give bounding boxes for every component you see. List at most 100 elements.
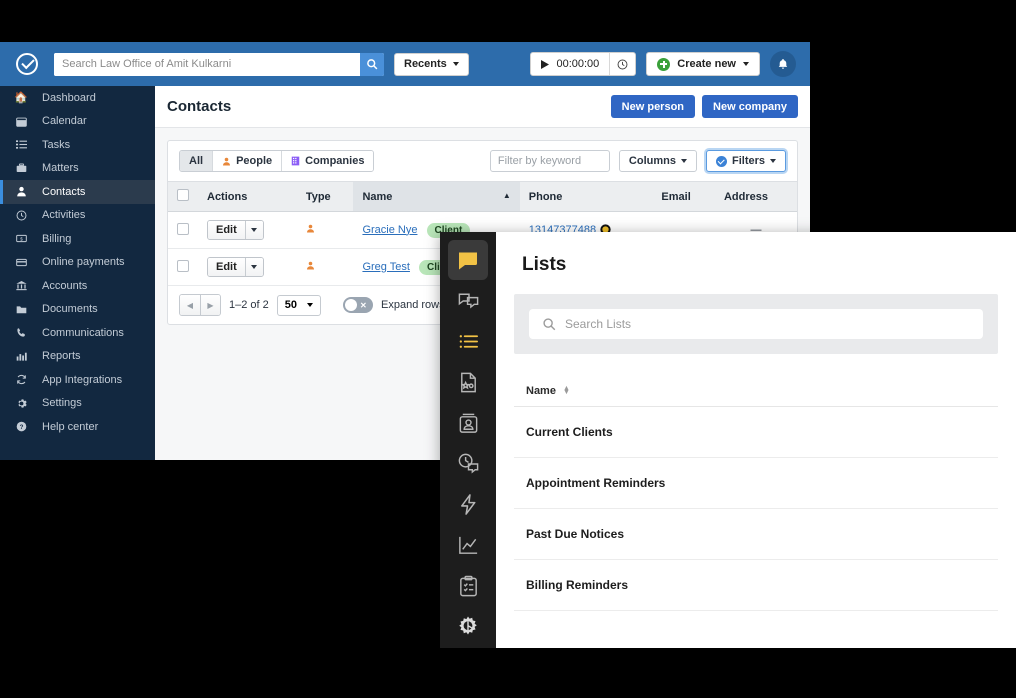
segment-people[interactable]: People [213, 151, 283, 171]
document-stars-icon[interactable] [448, 362, 488, 402]
sidebar-item-app-integrations[interactable]: App Integrations [0, 368, 155, 392]
contact-name-link[interactable]: Gracie Nye [362, 224, 417, 236]
sidebar-item-communications[interactable]: Communications [0, 321, 155, 345]
chevron-down-icon [770, 159, 776, 163]
create-new-label: Create new [677, 58, 736, 70]
contact-name-link[interactable]: Greg Test [362, 261, 410, 273]
edit-split-button[interactable]: Edit [207, 257, 264, 277]
sidebar-item-reports[interactable]: Reports [0, 345, 155, 369]
lists-panel: Lists Name ▲▼ Current Clients Appointmen… [496, 232, 1016, 648]
edit-dropdown-toggle[interactable] [244, 258, 263, 276]
sidebar-item-dashboard[interactable]: 🏠 Dashboard [0, 86, 155, 110]
new-person-button[interactable]: New person [610, 95, 696, 118]
sidebar-item-billing[interactable]: $ Billing [0, 227, 155, 251]
sort-toggle-icon[interactable]: ▲ ▼ [563, 385, 570, 396]
row-select-cell[interactable] [168, 248, 198, 286]
column-name[interactable]: Name ▲ [353, 181, 520, 212]
sidebar-item-online-payments[interactable]: Online payments [0, 251, 155, 275]
clipboard-checklist-icon[interactable] [448, 566, 488, 606]
column-actions[interactable]: Actions [198, 181, 297, 212]
lists-search-box[interactable] [529, 309, 983, 339]
sidebar-item-label: Reports [42, 350, 81, 363]
timer-widget[interactable]: 00:00:00 [530, 52, 637, 76]
lists-title: Lists [522, 254, 567, 275]
analytics-chart-icon[interactable] [448, 526, 488, 566]
contact-card-icon[interactable] [448, 403, 488, 443]
page-title: Contacts [167, 98, 232, 115]
gear-icon[interactable] [448, 607, 488, 647]
search-input[interactable] [54, 52, 360, 76]
edit-split-button[interactable]: Edit [207, 220, 264, 240]
sidebar-item-help-center[interactable]: ? Help center [0, 415, 155, 439]
columns-button[interactable]: Columns [618, 150, 697, 172]
check-circle-logo-icon[interactable] [16, 53, 38, 75]
briefcase-icon [0, 163, 42, 174]
sidebar-item-label: Calendar [42, 115, 87, 128]
next-page-button[interactable]: ▶ [200, 295, 220, 315]
edit-button[interactable]: Edit [208, 258, 245, 276]
create-new-button[interactable]: Create new [646, 52, 760, 76]
phone-icon [0, 327, 42, 338]
chevron-down-icon [743, 62, 749, 66]
lists-search-band [514, 294, 998, 354]
notifications-bell-icon[interactable] [770, 51, 796, 77]
row-select-cell[interactable] [168, 211, 198, 249]
page-size-select[interactable]: 50 [276, 294, 322, 316]
column-email[interactable]: Email [652, 181, 715, 212]
sidebar-item-tasks[interactable]: Tasks [0, 133, 155, 157]
sidebar-item-accounts[interactable]: Accounts [0, 274, 155, 298]
sidebar-item-activities[interactable]: Activities [0, 204, 155, 228]
sidebar-item-contacts[interactable]: Contacts [0, 180, 155, 204]
global-search[interactable] [54, 52, 384, 76]
row-actions-cell: Edit [198, 211, 297, 249]
previous-page-button[interactable]: ◀ [180, 295, 200, 315]
sidebar-item-settings[interactable]: Settings [0, 392, 155, 416]
lists-overlay-widget: Lists Name ▲▼ Current Clients Appointmen… [440, 232, 1016, 648]
sidebar-item-calendar[interactable]: Calendar [0, 110, 155, 134]
list-item[interactable]: Past Due Notices [514, 509, 998, 560]
clock-icon[interactable] [610, 53, 635, 75]
sidebar-item-label: Documents [42, 303, 98, 316]
lists-search-input[interactable] [565, 317, 970, 331]
select-all-header[interactable] [168, 181, 198, 212]
lightning-bolt-icon[interactable] [448, 485, 488, 525]
bank-icon [0, 280, 42, 291]
sidebar-item-label: Tasks [42, 138, 71, 151]
sidebar-item-label: Billing [42, 232, 72, 245]
select-all-checkbox[interactable] [177, 189, 189, 201]
column-address[interactable]: Address [714, 181, 797, 212]
building-icon [291, 156, 300, 166]
recents-dropdown[interactable]: Recents [394, 52, 469, 76]
sidebar-item-matters[interactable]: Matters [0, 157, 155, 181]
new-company-button[interactable]: New company [702, 95, 798, 118]
edit-button[interactable]: Edit [208, 221, 245, 239]
chat-bubbles-icon[interactable] [448, 281, 488, 321]
expand-rows-toggle[interactable]: ✕ [343, 297, 374, 313]
pagination-count: 1–2 of 2 [229, 299, 269, 311]
check-circle-icon [715, 155, 727, 167]
clock-icon [0, 210, 42, 221]
chat-history-icon[interactable] [448, 444, 488, 484]
list-item[interactable]: Current Clients [514, 407, 998, 458]
search-icon [543, 318, 556, 331]
segment-all[interactable]: All [180, 151, 214, 171]
chart-icon [0, 351, 42, 362]
edit-dropdown-toggle[interactable] [244, 221, 263, 239]
sidebar-item-documents[interactable]: Documents [0, 298, 155, 322]
column-phone[interactable]: Phone [519, 181, 653, 212]
column-type[interactable]: Type [296, 181, 354, 212]
lists-icon[interactable] [448, 322, 488, 362]
row-checkbox[interactable] [177, 259, 189, 272]
row-checkbox[interactable] [177, 222, 189, 235]
list-item[interactable]: Billing Reminders [514, 560, 998, 611]
filters-button[interactable]: Filters [705, 150, 786, 172]
search-icon[interactable] [360, 52, 384, 76]
segment-companies[interactable]: Companies [282, 151, 374, 171]
lists-column-header[interactable]: Name ▲ ▼ [514, 376, 998, 407]
sidebar-item-label: Help center [42, 420, 99, 433]
list-item[interactable]: Appointment Reminders [514, 458, 998, 509]
keyword-filter-input[interactable] [489, 150, 610, 172]
speech-bubble-logo-icon[interactable] [448, 240, 488, 280]
card-icon [0, 257, 42, 268]
timer-start-button[interactable]: 00:00:00 [531, 53, 611, 75]
